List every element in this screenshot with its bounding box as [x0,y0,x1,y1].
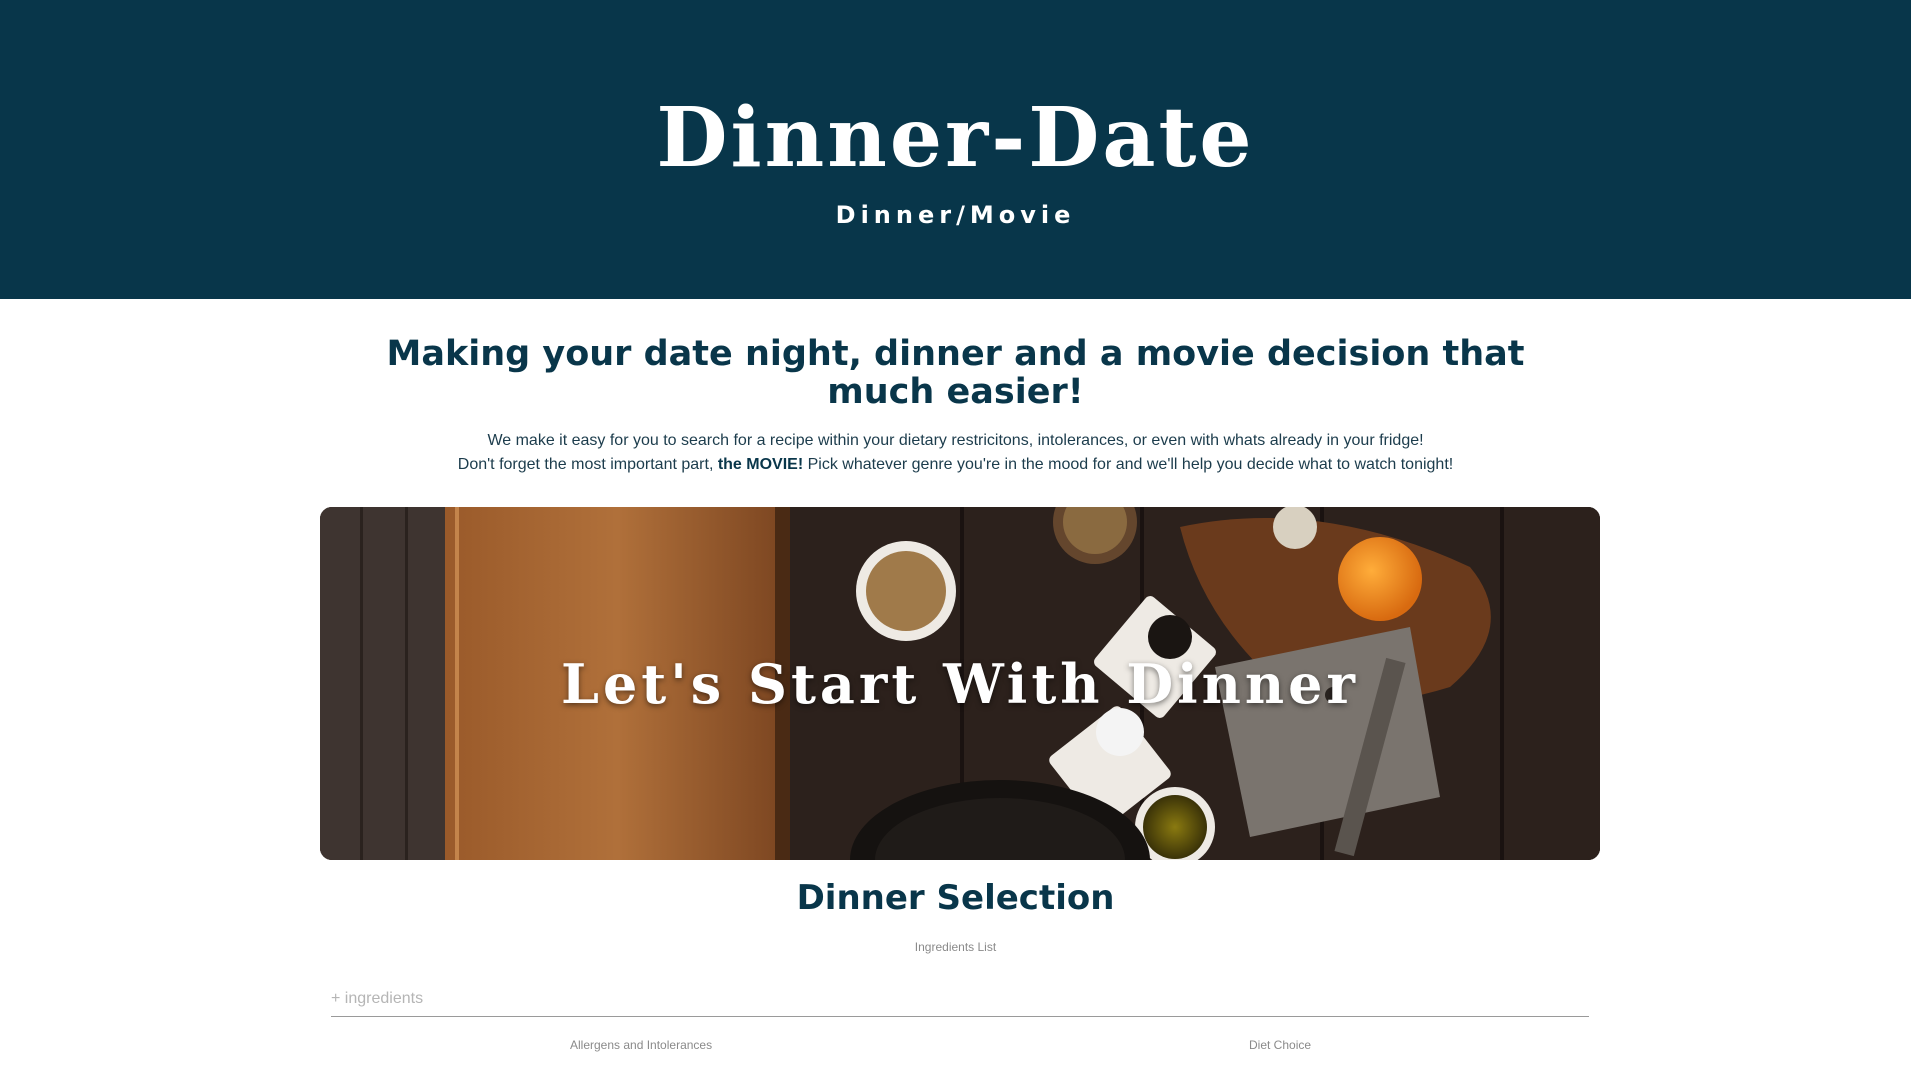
banner-heading: Let's Start With Dinner [560,651,1359,716]
intro-line-2-emphasis: the MOVIE! [717,456,804,473]
site-subtitle: Dinner/Movie [835,201,1076,229]
intro-heading: Making your date night, dinner and a mov… [386,334,1525,412]
diet-choice-label: Diet Choice [1249,1038,1312,1052]
intro-line-1: We make it easy for you to search for a … [487,432,1424,449]
ingredients-list-label: Ingredients List [914,940,997,954]
dinner-banner: Let's Start With Dinner [320,507,1600,860]
site-title: Dinner-Date [656,90,1255,186]
intro-line-2: Don't forget the most important part, th… [0,453,1911,477]
ingredients-input[interactable] [331,982,1589,1017]
intro-text: We make it easy for you to search for a … [0,429,1911,477]
dinner-selection-title: Dinner Selection [796,878,1115,918]
allergens-label: Allergens and Intolerances [570,1038,713,1052]
intro-section: Making your date night, dinner and a mov… [0,299,1911,477]
hero-header: Dinner-Date Dinner/Movie [0,0,1911,299]
intro-line-2-end: Pick whatever genre you're in the mood f… [803,456,1454,473]
intro-line-2-start: Don't forget the most important part, [457,456,718,473]
